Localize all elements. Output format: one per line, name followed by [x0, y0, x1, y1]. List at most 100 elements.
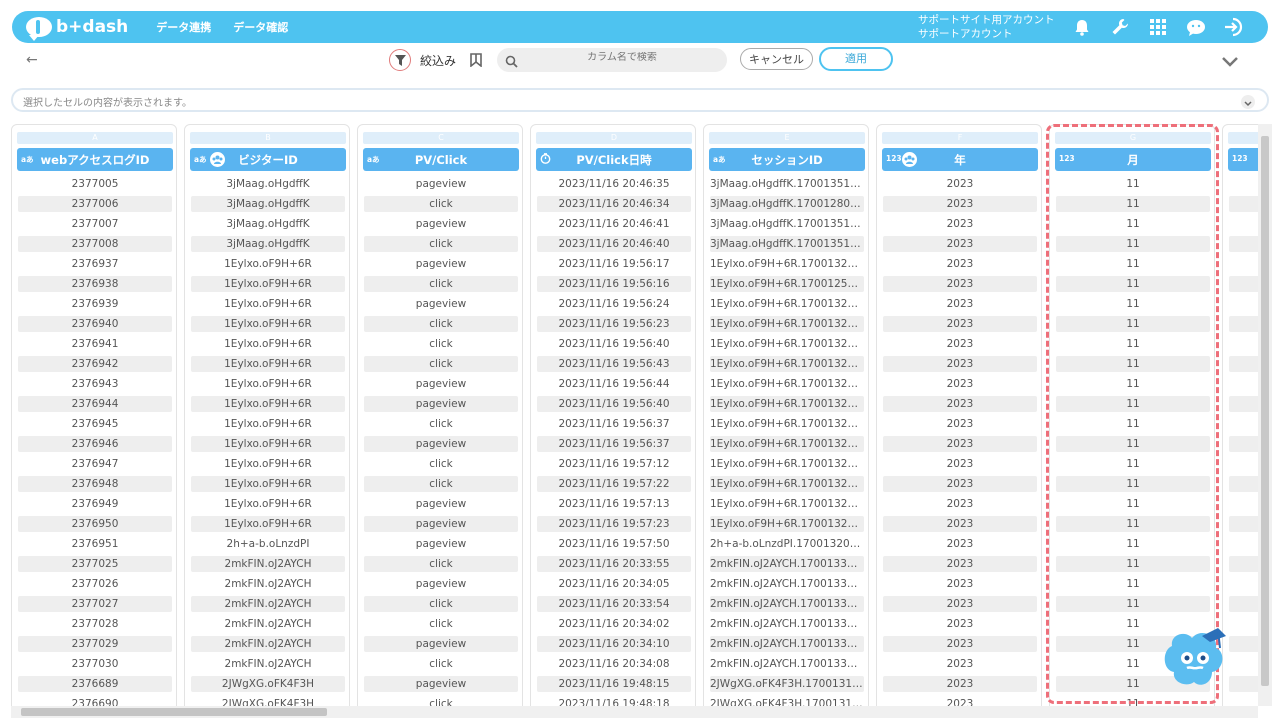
- table-cell[interactable]: 1Eylxo.oF9H+6R.170013217...: [710, 496, 864, 512]
- table-cell[interactable]: 1Eylxo.oF9H+6R.170013217...: [710, 296, 864, 312]
- table-cell[interactable]: click: [364, 616, 518, 632]
- table-cell[interactable]: 2023/11/16 19:56:17: [537, 256, 691, 272]
- expand-chevron-icon[interactable]: [1241, 95, 1255, 109]
- table-cell[interactable]: 1Eylxo.oF9H+6R.170013217...: [710, 396, 864, 412]
- table-cell[interactable]: 2mkFIN.oJ2AYCH.170013355...: [710, 596, 864, 612]
- table-cell[interactable]: 2377025: [18, 556, 172, 572]
- column-header[interactable]: aあ セッションID: [709, 148, 865, 171]
- back-arrow-icon[interactable]: ←: [26, 52, 38, 68]
- table-cell[interactable]: 2377030: [18, 656, 172, 672]
- table-cell[interactable]: 11: [1056, 496, 1210, 512]
- table-cell[interactable]: 2023: [883, 436, 1037, 452]
- table-cell[interactable]: 2mkFIN.oJ2AYCH: [191, 576, 345, 592]
- table-cell[interactable]: 2023: [883, 516, 1037, 532]
- table-cell[interactable]: 1Eylxo.oF9H+6R: [191, 376, 345, 392]
- table-cell[interactable]: [1229, 436, 1258, 452]
- nav-data-link[interactable]: データ連携: [156, 19, 211, 35]
- table-cell[interactable]: 1Eylxo.oF9H+6R: [191, 356, 345, 372]
- table-cell[interactable]: 2376949: [18, 496, 172, 512]
- table-cell[interactable]: 2023/11/16 19:56:44: [537, 376, 691, 392]
- table-cell[interactable]: 2376940: [18, 316, 172, 332]
- table-cell[interactable]: [1229, 636, 1258, 652]
- account-info[interactable]: サポートサイト用アカウント サポートアカウント: [918, 13, 1055, 41]
- table-cell[interactable]: 2376689: [18, 676, 172, 692]
- table-cell[interactable]: 2023/11/16 20:46:34: [537, 196, 691, 212]
- table-cell[interactable]: 1Eylxo.oF9H+6R.170012582...: [710, 276, 864, 292]
- table-cell[interactable]: 2023: [883, 656, 1037, 672]
- table-cell[interactable]: click: [364, 356, 518, 372]
- table-cell[interactable]: pageview: [364, 296, 518, 312]
- apps-grid-icon[interactable]: [1148, 17, 1168, 37]
- logo[interactable]: b+dash: [26, 11, 128, 43]
- table-cell[interactable]: 2376946: [18, 436, 172, 452]
- table-cell[interactable]: 11: [1056, 176, 1210, 192]
- table-cell[interactable]: 2mkFIN.oJ2AYCH.170013355...: [710, 636, 864, 652]
- table-cell[interactable]: 1Eylxo.oF9H+6R.170013217...: [710, 316, 864, 332]
- table-cell[interactable]: 2mkFIN.oJ2AYCH.170013355...: [710, 576, 864, 592]
- column-header[interactable]: 123 月: [1055, 148, 1211, 171]
- horizontal-scrollbar[interactable]: [11, 706, 1258, 718]
- table-cell[interactable]: [1229, 516, 1258, 532]
- table-cell[interactable]: 1Eylxo.oF9H+6R.170013217...: [710, 516, 864, 532]
- table-cell[interactable]: 1Eylxo.oF9H+6R.170013217...: [710, 456, 864, 472]
- table-cell[interactable]: pageview: [364, 576, 518, 592]
- table-cell[interactable]: 2JWgXG.oFK4F3H.17001316...: [710, 676, 864, 692]
- table-cell[interactable]: 2mkFIN.oJ2AYCH.170013355...: [710, 556, 864, 572]
- table-cell[interactable]: 2mkFIN.oJ2AYCH: [191, 556, 345, 572]
- table-cell[interactable]: 11: [1056, 376, 1210, 392]
- table-cell[interactable]: 11: [1056, 276, 1210, 292]
- table-cell[interactable]: 2023: [883, 416, 1037, 432]
- table-cell[interactable]: 2376690: [18, 696, 172, 706]
- table-cell[interactable]: 1Eylxo.oF9H+6R: [191, 296, 345, 312]
- table-cell[interactable]: [1229, 676, 1258, 692]
- table-cell[interactable]: 2377029: [18, 636, 172, 652]
- table-cell[interactable]: 2023: [883, 536, 1037, 552]
- table-cell[interactable]: 2023/11/16 20:33:54: [537, 596, 691, 612]
- table-cell[interactable]: 2023: [883, 456, 1037, 472]
- chevron-down-icon[interactable]: [1222, 52, 1238, 71]
- table-cell[interactable]: 2023/11/16 20:46:40: [537, 236, 691, 252]
- table-cell[interactable]: 3jMaag.oHgdffK.170013519...: [710, 216, 864, 232]
- table-cell[interactable]: 1Eylxo.oF9H+6R.170013217...: [710, 416, 864, 432]
- table-cell[interactable]: 2376938: [18, 276, 172, 292]
- table-cell[interactable]: 2023: [883, 336, 1037, 352]
- table-cell[interactable]: pageview: [364, 216, 518, 232]
- table-cell[interactable]: 1Eylxo.oF9H+6R: [191, 276, 345, 292]
- table-cell[interactable]: pageview: [364, 536, 518, 552]
- table-cell[interactable]: 2376950: [18, 516, 172, 532]
- table-cell[interactable]: 1Eylxo.oF9H+6R.170013217...: [710, 376, 864, 392]
- table-cell[interactable]: 2023: [883, 256, 1037, 272]
- table-cell[interactable]: 3jMaag.oHgdffK: [191, 176, 345, 192]
- table-cell[interactable]: 2023/11/16 19:57:23: [537, 516, 691, 532]
- table-cell[interactable]: 2376939: [18, 296, 172, 312]
- table-cell[interactable]: 2023/11/16 19:56:23: [537, 316, 691, 332]
- table-cell[interactable]: 11: [1056, 596, 1210, 612]
- table-cell[interactable]: 2377028: [18, 616, 172, 632]
- table-cell[interactable]: 11: [1056, 536, 1210, 552]
- column-search[interactable]: [497, 48, 727, 72]
- table-cell[interactable]: 1Eylxo.oF9H+6R: [191, 516, 345, 532]
- nav-data-check[interactable]: データ確認: [233, 19, 288, 35]
- table-cell[interactable]: click: [364, 276, 518, 292]
- table-cell[interactable]: 11: [1056, 456, 1210, 472]
- table-cell[interactable]: 2023: [883, 276, 1037, 292]
- table-cell[interactable]: 11: [1056, 316, 1210, 332]
- table-cell[interactable]: click: [364, 696, 518, 706]
- table-cell[interactable]: 1Eylxo.oF9H+6R: [191, 456, 345, 472]
- table-cell[interactable]: 2023/11/16 20:46:41: [537, 216, 691, 232]
- table-cell[interactable]: 2023/11/16 19:56:40: [537, 396, 691, 412]
- table-cell[interactable]: 2023: [883, 676, 1037, 692]
- table-cell[interactable]: 1Eylxo.oF9H+6R.170013217...: [710, 256, 864, 272]
- table-cell[interactable]: 2376943: [18, 376, 172, 392]
- table-cell[interactable]: 1Eylxo.oF9H+6R.170013217...: [710, 336, 864, 352]
- table-cell[interactable]: 3jMaag.oHgdffK: [191, 236, 345, 252]
- table-cell[interactable]: 11: [1056, 576, 1210, 592]
- table-cell[interactable]: 2023: [883, 636, 1037, 652]
- table-cell[interactable]: 11: [1056, 196, 1210, 212]
- table-cell[interactable]: 2023: [883, 576, 1037, 592]
- table-cell[interactable]: [1229, 396, 1258, 412]
- table-cell[interactable]: 2376941: [18, 336, 172, 352]
- table-cell[interactable]: 2mkFIN.oJ2AYCH.170013355...: [710, 656, 864, 672]
- logout-icon[interactable]: [1224, 17, 1244, 37]
- filter-icon[interactable]: [389, 49, 411, 71]
